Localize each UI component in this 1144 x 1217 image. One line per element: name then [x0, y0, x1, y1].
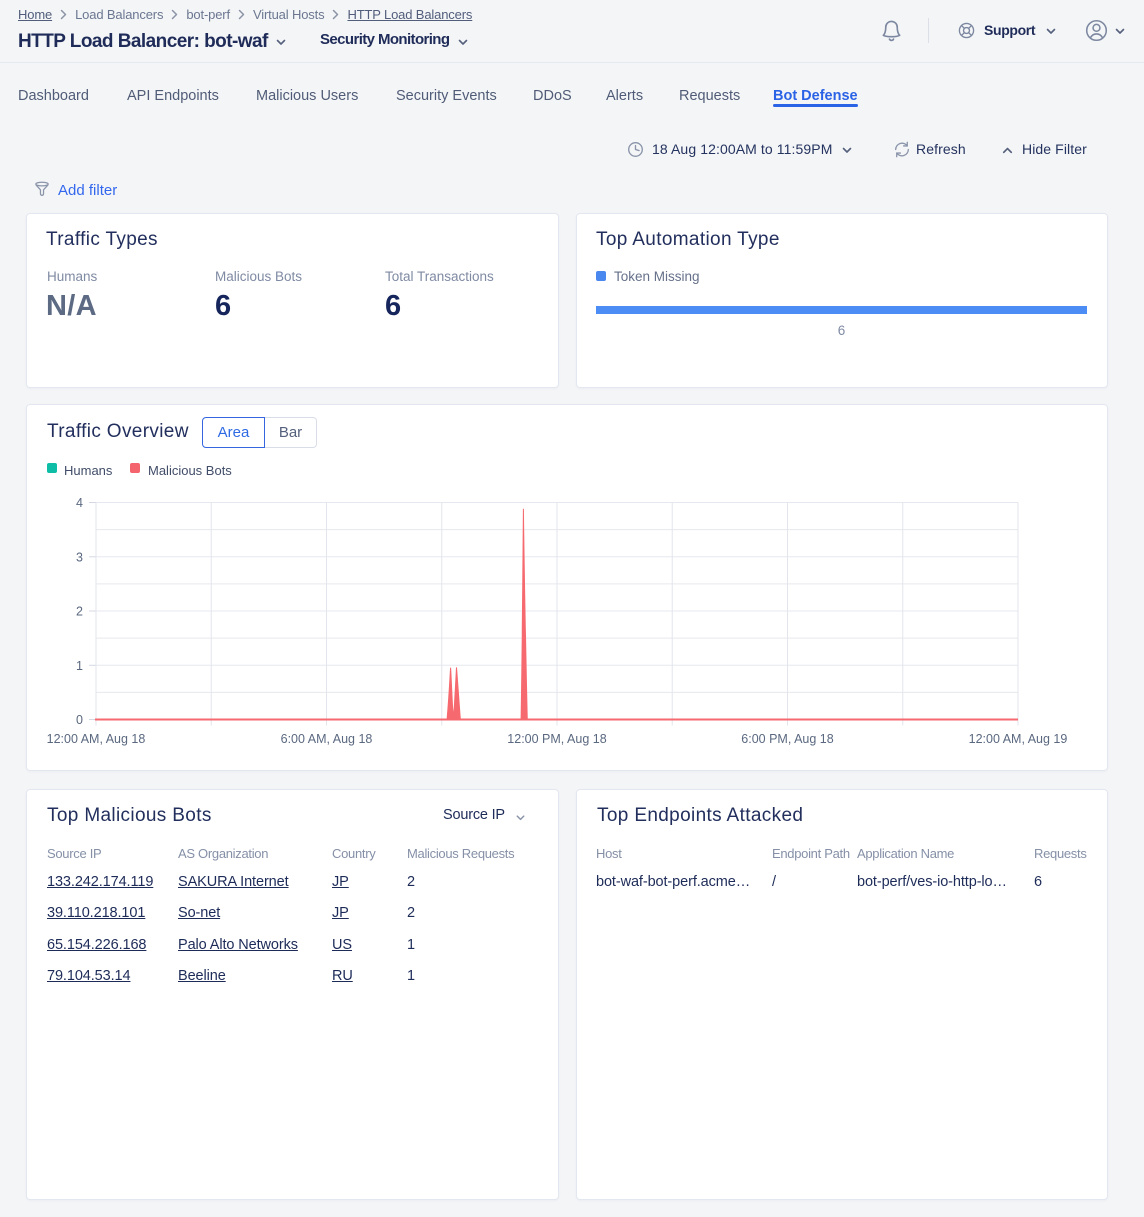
svg-text:12:00 PM, Aug 18: 12:00 PM, Aug 18 — [507, 732, 606, 746]
svg-text:1: 1 — [76, 659, 83, 673]
svg-text:6:00 AM, Aug 18: 6:00 AM, Aug 18 — [281, 732, 373, 746]
svg-text:6:00 PM, Aug 18: 6:00 PM, Aug 18 — [741, 732, 833, 746]
svg-text:3: 3 — [76, 550, 83, 564]
svg-text:4: 4 — [76, 496, 83, 510]
svg-text:12:00 AM, Aug 19: 12:00 AM, Aug 19 — [969, 732, 1068, 746]
svg-text:0: 0 — [76, 713, 83, 727]
svg-text:2: 2 — [76, 605, 83, 619]
svg-text:12:00 AM, Aug 18: 12:00 AM, Aug 18 — [47, 732, 146, 746]
